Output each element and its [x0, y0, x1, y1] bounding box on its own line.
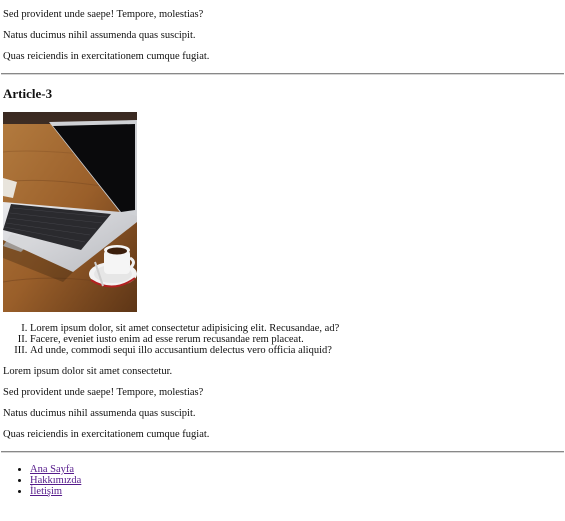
list-item: Lorem ipsum dolor, sit amet consectetur … — [30, 323, 562, 334]
article-paragraph-2: Sed provident unde saepe! Tempore, moles… — [3, 387, 204, 398]
nav-link-home[interactable]: Ana Sayfa — [30, 464, 74, 475]
nav-link-about[interactable]: Hakkımızda — [30, 475, 81, 486]
article-paragraph-1: Lorem ipsum dolor sit amet consectetur. — [3, 366, 173, 377]
paragraph-1: Sed provident unde saepe! Tempore, moles… — [3, 9, 204, 20]
nav-item-contact: İletişim — [30, 486, 562, 497]
footer-nav: Ana Sayfa Hakkımızda İletişim — [3, 464, 562, 497]
nav-link-contact[interactable]: İletişim — [30, 486, 62, 497]
article-title: Article-3 — [3, 86, 53, 101]
laptop-photo — [3, 112, 137, 312]
paragraph-3: Quas reiciendis in exercitationem cumque… — [3, 51, 210, 62]
article-list: Lorem ipsum dolor, sit amet consectetur … — [3, 323, 562, 356]
page: Sed provident unde saepe! Tempore, moles… — [0, 9, 565, 497]
article-paragraph-3: Natus ducimus nihil assumenda quas susci… — [3, 408, 196, 419]
list-item: Ad unde, commodi sequi illo accusantium … — [30, 345, 562, 356]
horizontal-rule — [1, 73, 564, 75]
paragraph-2: Natus ducimus nihil assumenda quas susci… — [3, 30, 196, 41]
nav-item-home: Ana Sayfa — [30, 464, 562, 475]
horizontal-rule — [1, 451, 564, 453]
nav-item-about: Hakkımızda — [30, 475, 562, 486]
list-item: Facere, eveniet iusto enim ad esse rerum… — [30, 334, 562, 345]
article-paragraph-4: Quas reiciendis in exercitationem cumque… — [3, 429, 210, 440]
